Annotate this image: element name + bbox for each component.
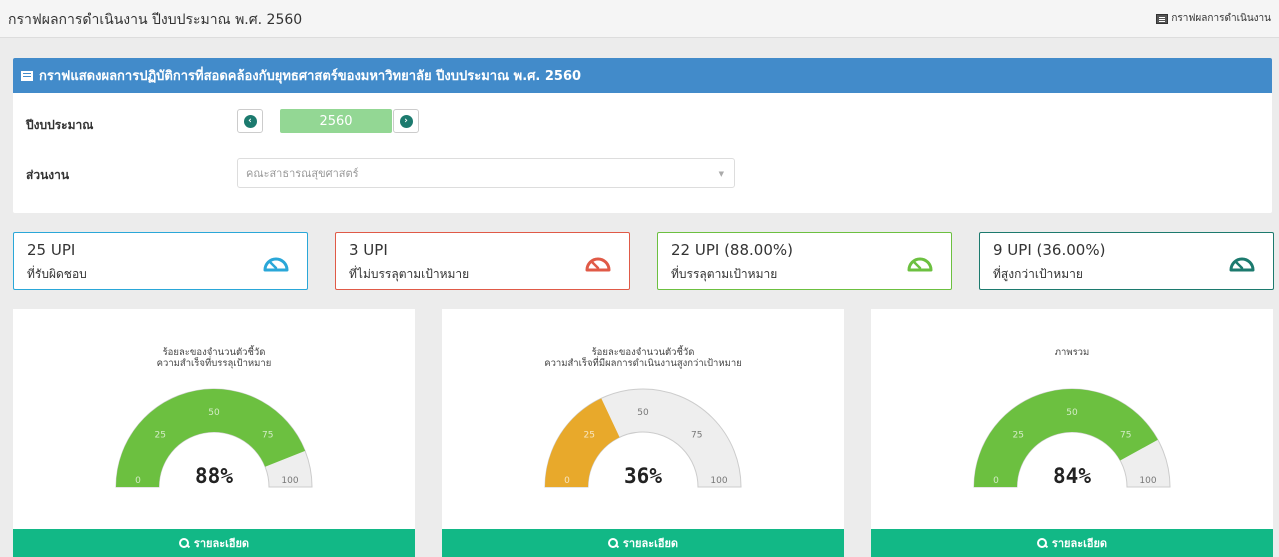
search-icon <box>607 538 618 548</box>
gauge-tick-label: 75 <box>1120 430 1131 440</box>
list-icon <box>21 70 33 81</box>
stat-card: 3 UPI ที่ไม่บรรลุตามเป้าหมาย <box>335 232 630 290</box>
detail-button[interactable]: รายละเอียด <box>871 529 1273 557</box>
gauge-chart: 0 25 50 75 100 36% <box>544 388 742 488</box>
gauge-tick-label: 100 <box>1139 476 1156 486</box>
breadcrumb[interactable]: กราฟผลการดำเนินงาน <box>1156 11 1271 26</box>
stat-value: 3 UPI <box>349 241 388 259</box>
dashboard-gauge-icon <box>263 257 289 272</box>
presentation-board-icon <box>1156 13 1169 24</box>
page-title: กราฟผลการดำเนินงาน ปีงบประมาณ พ.ศ. 2560 <box>8 12 303 28</box>
stat-card: 9 UPI (36.00%) ที่สูงกว่าเป้าหมาย <box>979 232 1274 290</box>
chevron-right-circle-icon: › <box>399 114 413 128</box>
gauge-chart: 0 25 50 75 100 84% <box>973 388 1171 488</box>
gauge-value-label: 84% <box>1053 464 1091 488</box>
stat-card: 22 UPI (88.00%) ที่บรรลุตามเป้าหมาย <box>657 232 952 290</box>
year-label: ปีงบประมาณ <box>26 118 94 132</box>
search-icon <box>178 538 189 548</box>
gauge-chart: 0 25 50 75 100 88% <box>115 388 313 488</box>
filter-panel: กราฟแสดงผลการปฏิบัติการที่สอดคล้องกับยุท… <box>13 58 1272 213</box>
chevron-left-circle-icon: ‹ <box>243 114 257 128</box>
gauge-tick-label: 100 <box>281 476 298 486</box>
detail-button[interactable]: รายละเอียด <box>442 529 844 557</box>
dashboard-gauge-icon <box>907 257 933 272</box>
detail-label: รายละเอียด <box>1051 537 1108 550</box>
gauge-tick-label: 25 <box>155 430 166 440</box>
department-value: คณะสาธารณสุขศาสตร์ <box>246 167 359 180</box>
detail-button[interactable]: รายละเอียด <box>13 529 415 557</box>
gauge-tick-label: 75 <box>691 430 702 440</box>
gauge-value-label: 88% <box>195 464 233 488</box>
department-select[interactable]: คณะสาธารณสุขศาสตร์ ▼ <box>237 158 735 188</box>
department-label: ส่วนงาน <box>26 168 70 182</box>
stat-value: 22 UPI (88.00%) <box>671 241 793 259</box>
gauge-tick-label: 25 <box>1013 430 1024 440</box>
search-icon <box>1036 538 1047 548</box>
stat-label: ที่ไม่บรรลุตามเป้าหมาย <box>349 267 470 281</box>
stat-label: ที่บรรลุตามเป้าหมาย <box>671 267 778 281</box>
gauge-tick-label: 50 <box>637 408 649 418</box>
panel-header: กราฟแสดงผลการปฏิบัติการที่สอดคล้องกับยุท… <box>13 58 1272 93</box>
gauge-card: ร้อยละของจำนวนตัวชี้วัด ความสำเร็จที่บรรล… <box>13 309 415 529</box>
breadcrumb-label: กราฟผลการดำเนินงาน <box>1171 13 1271 24</box>
gauge-value-label: 36% <box>624 464 662 488</box>
chevron-down-icon: ▼ <box>718 170 724 178</box>
gauge-tick-label: 75 <box>262 430 273 440</box>
gauge-tick-label: 50 <box>1066 408 1078 418</box>
stat-label: ที่สูงกว่าเป้าหมาย <box>993 267 1083 281</box>
next-year-button[interactable]: › <box>393 109 419 133</box>
gauge-tick-label: 100 <box>710 476 727 486</box>
year-value: 2560 <box>280 109 392 133</box>
dashboard-gauge-icon <box>1229 257 1255 272</box>
stat-value: 25 UPI <box>27 241 76 259</box>
stat-value: 9 UPI (36.00%) <box>993 241 1106 259</box>
gauge-tick-label: 0 <box>564 476 570 486</box>
detail-label: รายละเอียด <box>622 537 679 550</box>
prev-year-button[interactable]: ‹ <box>237 109 263 133</box>
gauge-card: ร้อยละของจำนวนตัวชี้วัด ความสำเร็จที่มีผล… <box>442 309 844 529</box>
detail-label: รายละเอียด <box>193 537 250 550</box>
gauge-tick-label: 0 <box>135 476 141 486</box>
gauge-tick-label: 0 <box>993 476 999 486</box>
gauge-tick-label: 25 <box>584 430 595 440</box>
dashboard-gauge-icon <box>585 257 611 272</box>
gauge-card: ภาพรวม 0 25 50 75 100 84% <box>871 309 1273 529</box>
top-bar: กราฟผลการดำเนินงาน ปีงบประมาณ พ.ศ. 2560 … <box>0 0 1279 38</box>
stat-label: ที่รับผิดชอบ <box>27 267 87 281</box>
gauge-tick-label: 50 <box>208 408 220 418</box>
panel-title: กราฟแสดงผลการปฏิบัติการที่สอดคล้องกับยุท… <box>39 69 582 84</box>
stat-card: 25 UPI ที่รับผิดชอบ <box>13 232 308 290</box>
